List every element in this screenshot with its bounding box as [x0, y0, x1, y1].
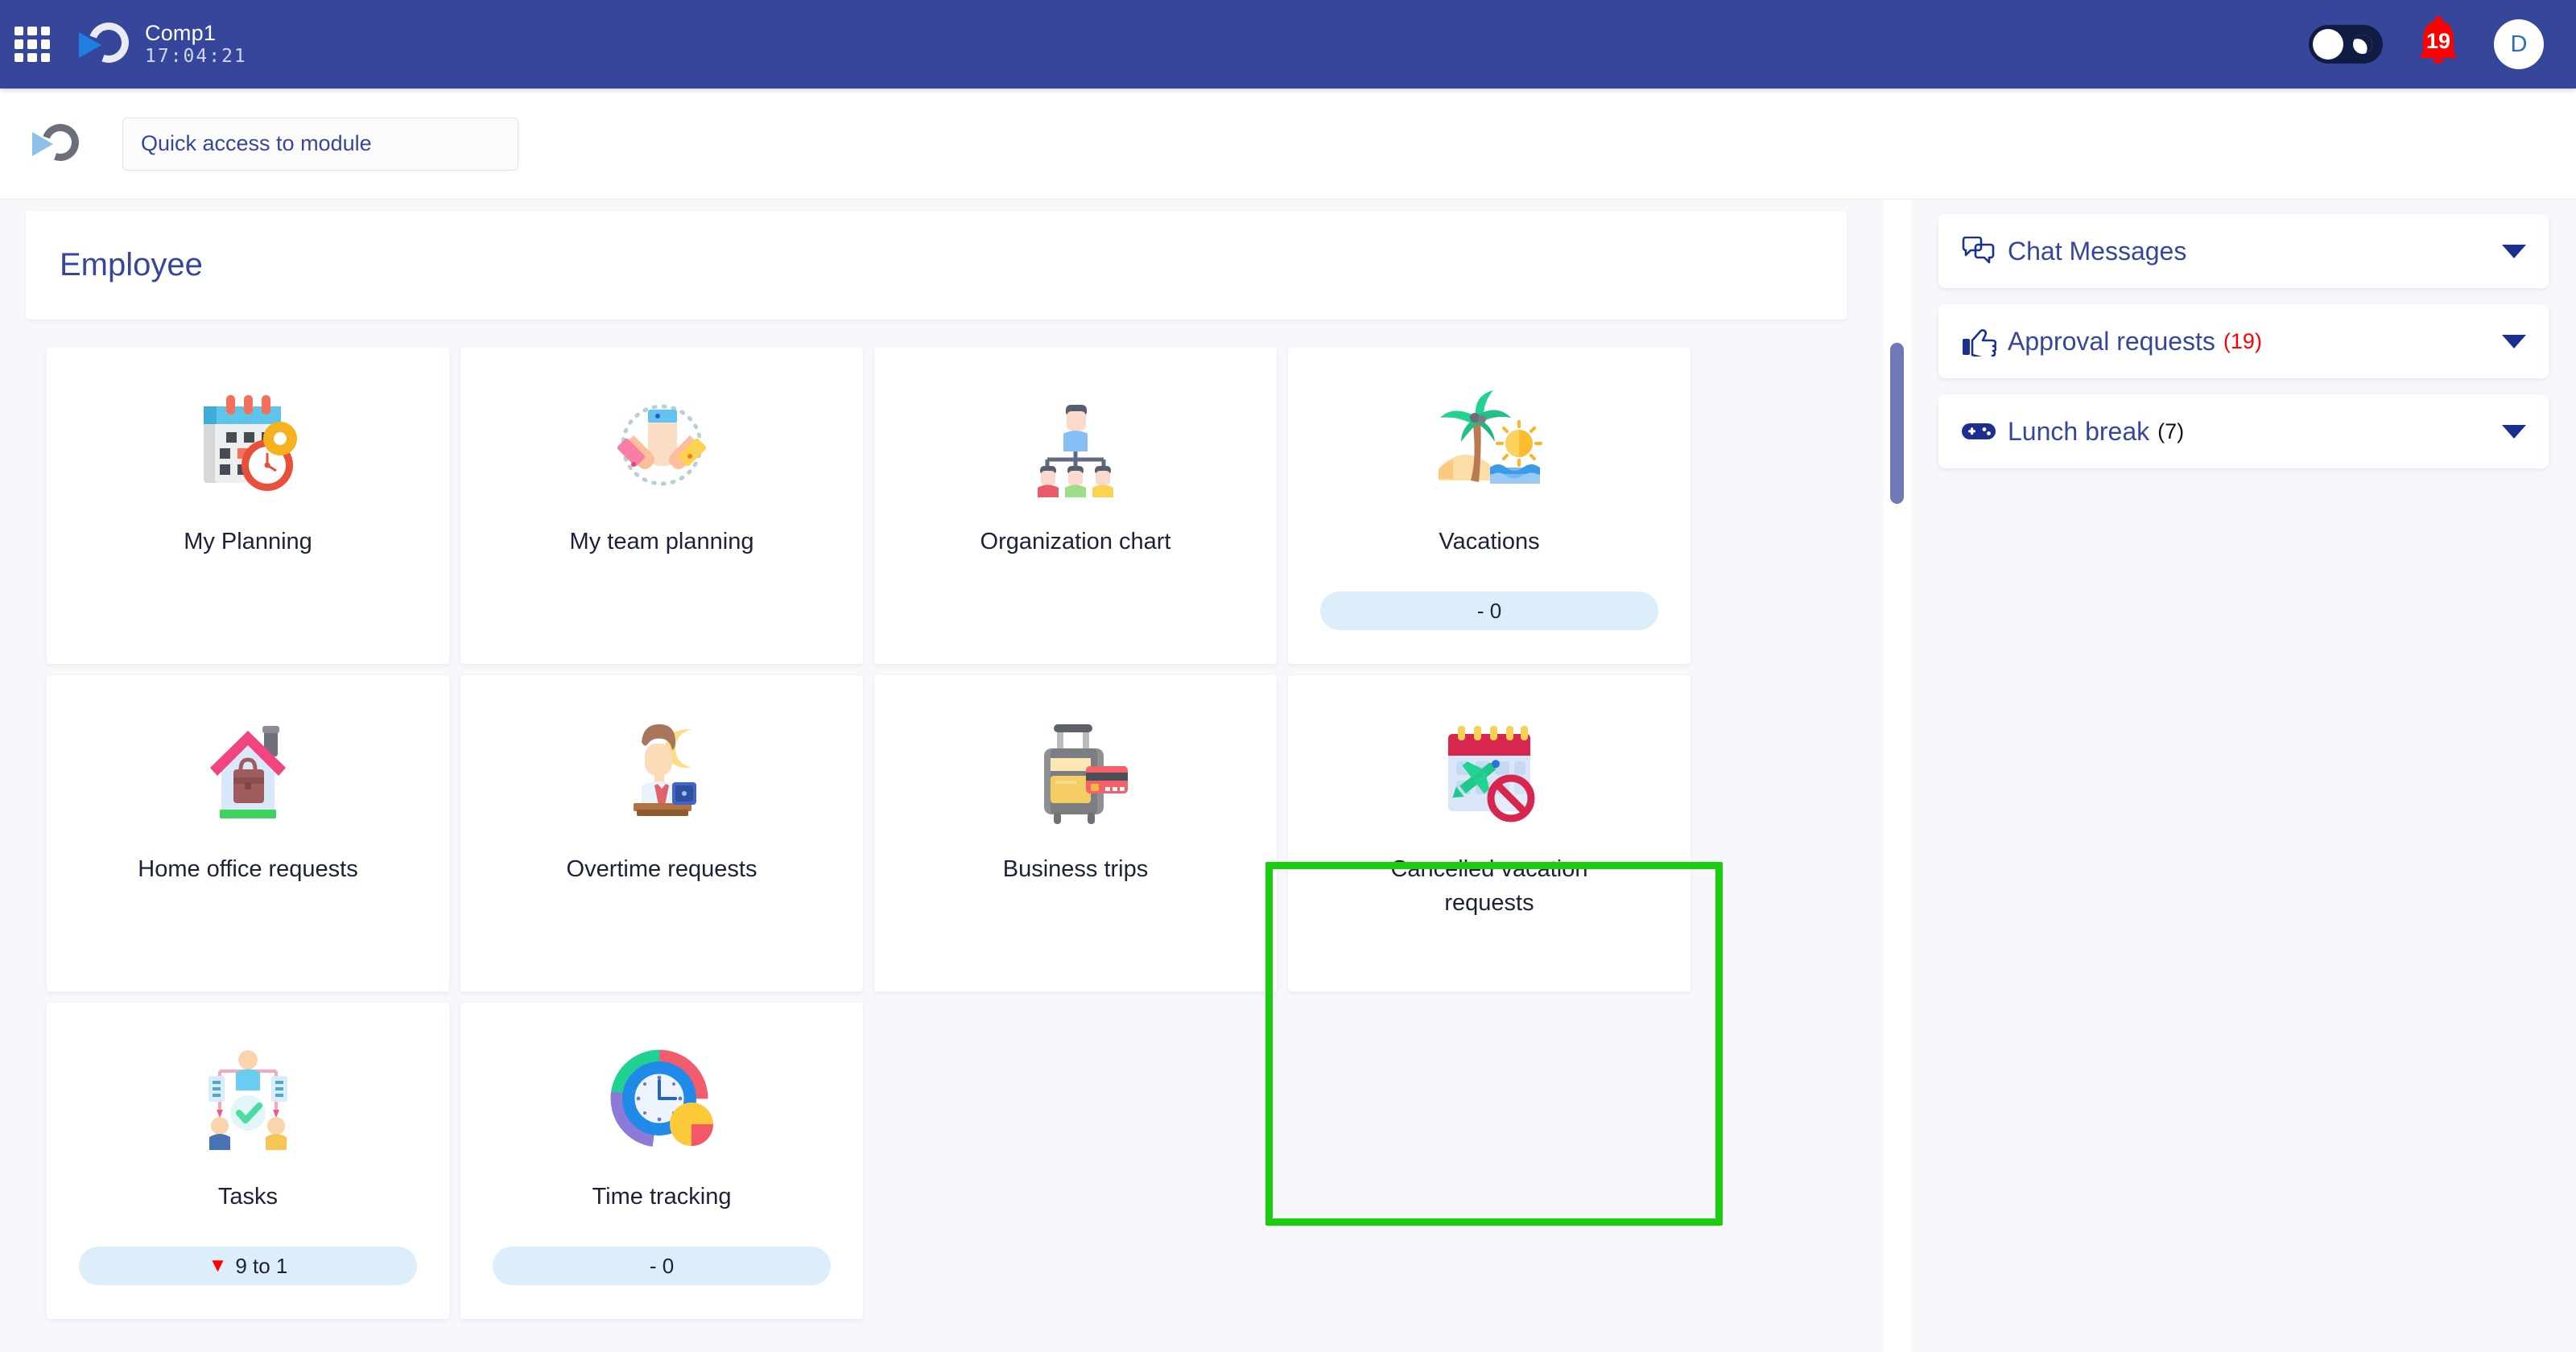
tile-label: Time tracking	[592, 1184, 732, 1210]
chat-bubbles-icon	[1961, 237, 1996, 266]
tile-label: Vacations	[1439, 529, 1540, 554]
tasks-people-icon	[188, 1033, 308, 1162]
tile-badge: - 0	[493, 1247, 831, 1285]
tile-time-tracking[interactable]: Time tracking - 0	[460, 1003, 863, 1319]
sidebar-panel-count: (7)	[2157, 418, 2185, 443]
sidebar-panel-label: Lunch break	[2008, 416, 2150, 446]
top-navigation-bar: Comp1 17:04:21 19 D	[0, 0, 2576, 89]
chevron-down-icon[interactable]	[2502, 334, 2526, 348]
sidebar-panel-count: (19)	[2223, 328, 2262, 353]
thumbs-up-icon	[1961, 326, 1996, 357]
chevron-down-icon[interactable]	[2502, 424, 2526, 439]
quick-access-bar	[0, 89, 2576, 200]
chevron-down-icon[interactable]	[2502, 244, 2526, 258]
calendar-plane-blocked-icon	[1429, 706, 1550, 835]
beach-palm-icon	[1429, 378, 1550, 507]
topbar-actions: 19 D	[2309, 16, 2544, 72]
down-triangle-icon: ▼	[208, 1255, 228, 1276]
tile-label: Tasks	[217, 1184, 279, 1210]
page-title: Employee	[60, 247, 203, 282]
module-grid: My Planning My team planning Organizatio…	[47, 348, 1884, 1319]
badge-text: - 0	[1476, 598, 1502, 623]
org-chart-icon	[1015, 378, 1136, 507]
moon-icon	[2350, 31, 2376, 57]
tile-tasks[interactable]: Tasks ▼ 9 to 1	[47, 1003, 449, 1319]
tile-organization-chart[interactable]: Organization chart	[874, 348, 1277, 664]
avatar-initial: D	[2510, 31, 2528, 57]
clock-display: 17:04:21	[145, 46, 247, 67]
play-circle-logo[interactable]	[79, 15, 136, 71]
gamepad-icon	[1961, 420, 1996, 443]
notification-count: 19	[2425, 28, 2451, 53]
team-hands-icon	[601, 378, 722, 507]
tile-business-trips[interactable]: Business trips	[874, 675, 1277, 991]
calendar-clock-icon	[188, 378, 308, 507]
dark-mode-toggle[interactable]	[2309, 25, 2383, 64]
badge-text: - 0	[649, 1253, 675, 1278]
notification-bell-button[interactable]: 19	[2413, 16, 2463, 72]
tile-label: Overtime requests	[566, 856, 758, 882]
tile-label: Cancelled vacation requests	[1390, 856, 1588, 917]
tile-my-planning[interactable]: My Planning	[47, 348, 449, 664]
tile-overtime-requests[interactable]: Overtime requests	[460, 675, 863, 991]
tile-badge: - 0	[1320, 592, 1658, 630]
time-tracking-clock-icon	[601, 1033, 722, 1162]
tile-label: My Planning	[184, 529, 312, 554]
night-work-icon	[601, 706, 722, 835]
tile-label: My team planning	[569, 529, 754, 554]
house-briefcase-icon	[188, 706, 308, 835]
tile-my-team-planning[interactable]: My team planning	[460, 348, 863, 664]
sidebar-panel-label: Chat Messages	[2008, 236, 2187, 266]
sidebar-panel-lunch-break[interactable]: Lunch break (7)	[1938, 394, 2549, 468]
tile-home-office-requests[interactable]: Home office requests	[47, 675, 449, 991]
main-scrollbar-thumb[interactable]	[1890, 343, 1904, 504]
badge-text: 9 to 1	[235, 1253, 288, 1278]
grid-apps-icon[interactable]	[11, 23, 53, 65]
avatar[interactable]: D	[2494, 19, 2544, 69]
right-sidebar: Chat Messages Approval requests (19) Lun…	[1911, 200, 2576, 1352]
toggle-knob	[2313, 29, 2343, 60]
sidebar-panel-approval-requests[interactable]: Approval requests (19)	[1938, 304, 2549, 378]
section-header-card: Employee	[26, 211, 1847, 319]
tile-cancelled-vacation-requests[interactable]: Cancelled vacation requests	[1288, 675, 1690, 991]
tile-label: Business trips	[1002, 856, 1149, 882]
tile-label: Home office requests	[138, 856, 358, 882]
tile-badge: ▼ 9 to 1	[79, 1247, 417, 1285]
tile-label: Organization chart	[980, 529, 1171, 554]
sidebar-panel-label: Approval requests	[2008, 326, 2215, 356]
tile-vacations[interactable]: Vacations - 0	[1288, 348, 1690, 664]
main-scrollbar-track[interactable]	[1884, 200, 1911, 1352]
main-content: Employee My Planning My team planning Or…	[0, 200, 1884, 1352]
suitcase-card-icon	[1015, 706, 1136, 835]
sidebar-panel-chat-messages[interactable]: Chat Messages	[1938, 214, 2549, 288]
play-circle-logo-secondary[interactable]	[32, 117, 85, 169]
brand-block: Comp1 17:04:21	[145, 23, 247, 66]
company-name: Comp1	[145, 21, 217, 45]
search-input[interactable]	[122, 117, 518, 171]
